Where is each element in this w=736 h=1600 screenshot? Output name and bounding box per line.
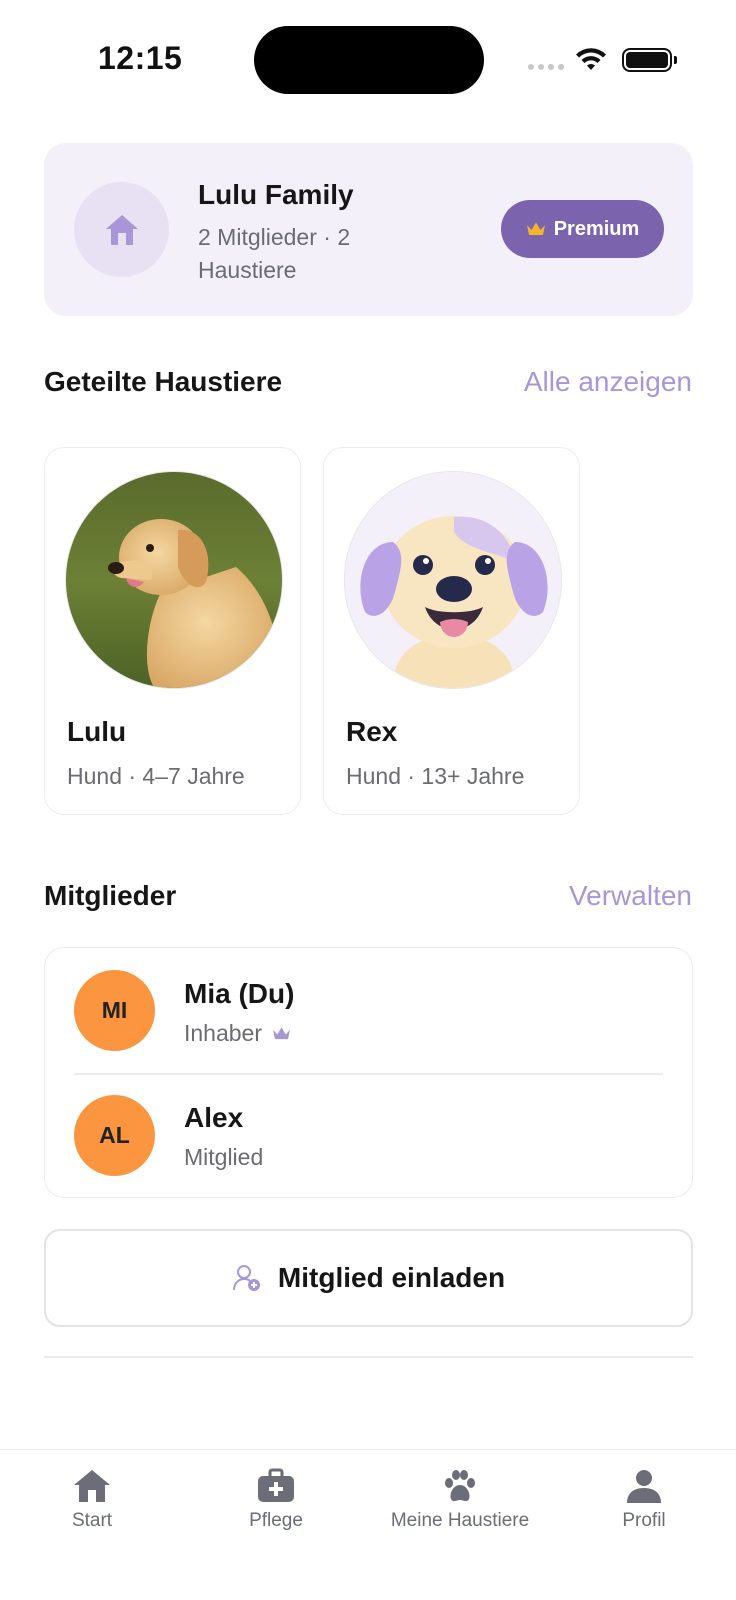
show-all-link[interactable]: Alle anzeigen bbox=[524, 366, 692, 398]
pet-card-rex[interactable]: Rex Hund · 13+ Jahre bbox=[323, 447, 580, 815]
cartoon-puppy-illustration bbox=[345, 472, 561, 688]
premium-button[interactable]: Premium bbox=[501, 200, 664, 258]
tab-pflege[interactable]: Pflege bbox=[184, 1468, 368, 1532]
pet-name: Lulu bbox=[67, 716, 127, 747]
member-role: Mitglied bbox=[184, 1144, 263, 1171]
tab-meine-haustiere[interactable]: Meine Haustiere bbox=[368, 1468, 552, 1532]
avatar: MI bbox=[74, 970, 155, 1051]
member-row[interactable]: MI Mia (Du) Inhaber bbox=[45, 948, 692, 1075]
wifi-icon bbox=[576, 48, 606, 70]
pet-name: Rex bbox=[346, 716, 398, 747]
member-name: Alex bbox=[184, 1102, 244, 1133]
dynamic-island bbox=[254, 26, 484, 94]
battery-icon bbox=[622, 48, 677, 72]
member-role: Inhaber bbox=[184, 1020, 291, 1047]
cellular-signal-icon bbox=[528, 64, 564, 70]
pet-meta: Hund · 4–7 Jahre bbox=[67, 763, 245, 789]
tab-start[interactable]: Start bbox=[0, 1468, 184, 1532]
member-role-label: Inhaber bbox=[184, 1020, 263, 1046]
members-card: MI Mia (Du) Inhaber AL Alex Mitglied bbox=[44, 947, 693, 1198]
member-name: Mia (Du) bbox=[184, 978, 295, 1009]
family-card[interactable]: Lulu Family 2 Mitglieder · 2 Haustiere P… bbox=[44, 143, 693, 316]
tab-bar: Start Pflege Meine Haustiere Profil bbox=[0, 1449, 736, 1600]
house-icon bbox=[74, 1470, 110, 1502]
avatar: AL bbox=[74, 1095, 155, 1176]
status-time: 12:15 bbox=[98, 40, 183, 76]
pets-section-title: Geteilte Haustiere bbox=[44, 366, 283, 397]
tab-profil[interactable]: Profil bbox=[552, 1468, 736, 1532]
premium-label: Premium bbox=[553, 217, 640, 240]
status-bar: 12:15 bbox=[0, 0, 736, 110]
add-user-icon bbox=[232, 1265, 260, 1291]
pet-meta: Hund · 13+ Jahre bbox=[346, 763, 525, 789]
pet-photo bbox=[344, 471, 562, 689]
tab-label: Pflege bbox=[249, 1510, 303, 1531]
tab-label: Start bbox=[71, 1510, 113, 1531]
family-avatar bbox=[74, 182, 169, 277]
members-section-title: Mitglieder bbox=[44, 880, 177, 911]
family-meta: 2 Mitglieder · 2 Haustiere bbox=[198, 224, 351, 283]
pet-photo bbox=[65, 471, 283, 689]
tab-label: Meine Haustiere bbox=[390, 1510, 530, 1531]
divider bbox=[44, 1356, 693, 1358]
crown-icon bbox=[526, 222, 545, 235]
person-icon bbox=[627, 1470, 661, 1503]
pet-card-lulu[interactable]: Lulu Hund · 4–7 Jahre bbox=[44, 447, 301, 815]
invite-member-button[interactable]: Mitglied einladen bbox=[44, 1229, 693, 1327]
invite-member-label: Mitglied einladen bbox=[277, 1262, 506, 1293]
crown-icon bbox=[273, 1027, 290, 1040]
member-role-label: Mitglied bbox=[184, 1144, 264, 1170]
golden-retriever-photo bbox=[66, 472, 282, 688]
paw-icon bbox=[445, 1470, 475, 1502]
medical-kit-icon bbox=[258, 1468, 294, 1502]
member-row[interactable]: AL Alex Mitglied bbox=[45, 1074, 692, 1199]
tab-label: Profil bbox=[622, 1510, 666, 1531]
house-icon bbox=[105, 214, 138, 245]
manage-link[interactable]: Verwalten bbox=[569, 880, 692, 912]
family-name: Lulu Family bbox=[198, 179, 354, 210]
